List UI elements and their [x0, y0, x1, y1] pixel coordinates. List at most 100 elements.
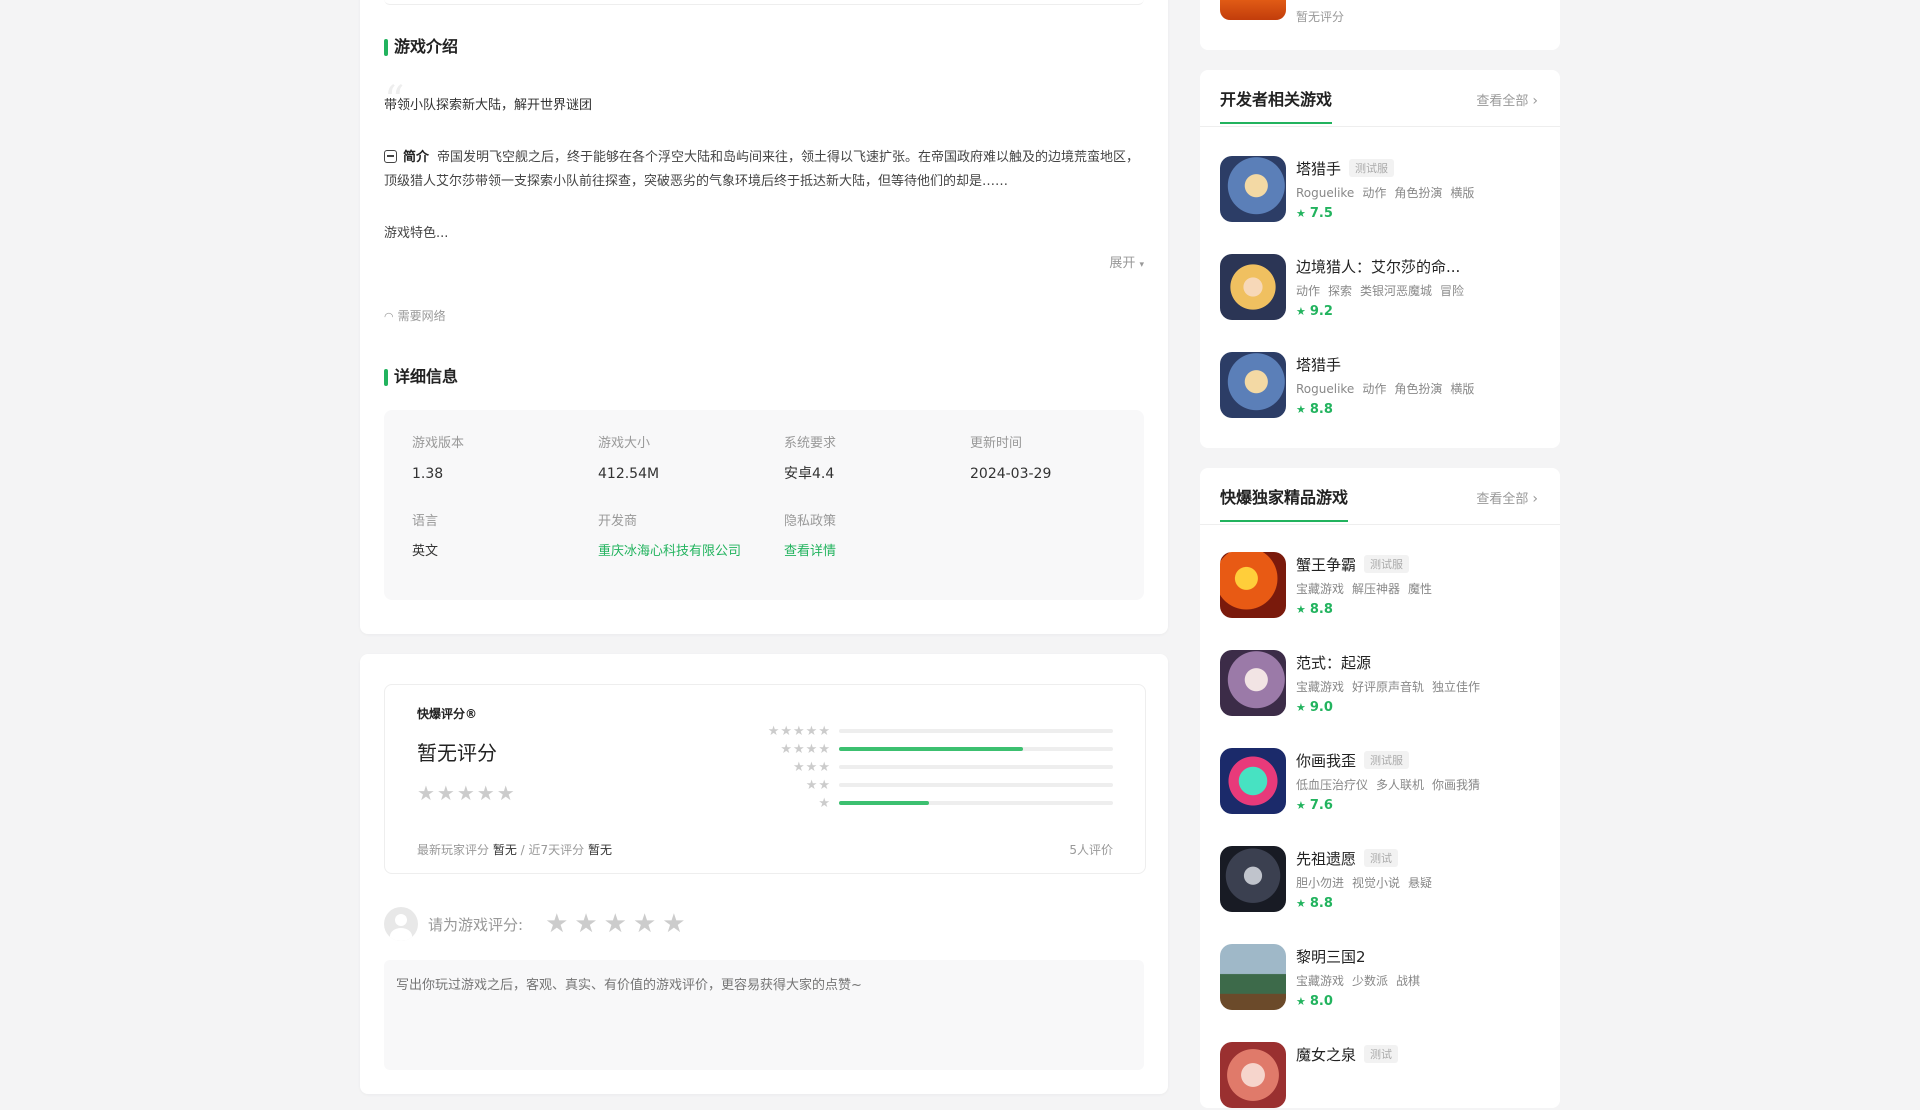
game-icon[interactable] [1220, 650, 1286, 716]
game-icon[interactable] [1220, 1042, 1286, 1108]
privacy-link[interactable]: 查看详情 [784, 541, 934, 563]
rating-distribution-row: ★★★★★ [741, 724, 1113, 739]
detail-updated: 更新时间 2024-03-29 [970, 432, 1120, 485]
game-tag: 宝藏游戏 [1296, 582, 1345, 596]
game-score: ★ 9.2 [1296, 304, 1333, 319]
game-tag: 解压神器 [1352, 582, 1401, 596]
game-tag: 魔性 [1408, 582, 1433, 596]
exclusive-games-card: 快爆独家精品游戏 查看全部 › 蟹王争霸 测试服 宝藏游戏 解压神器 魔性 ★ 8.8 范式：起… [1200, 468, 1560, 1108]
detail-version: 游戏版本 1.38 [412, 432, 562, 485]
detail-system: 系统要求 安卓4.4 [784, 432, 934, 485]
developer-link[interactable]: 重庆冰海心科技有限公司 [598, 541, 748, 563]
game-list-item[interactable]: 你画我歪 测试服 低血压治疗仪 多人联机 你画我猜 ★ 7.6 [1220, 748, 1550, 816]
game-list-item[interactable]: 塔猎手 测试服 Roguelike 动作 角色扮演 横版 ★ 7.5 [1220, 156, 1550, 224]
details-box: 游戏版本 1.38 游戏大小 412.54M 系统要求 安卓4.4 更新时间 2… [384, 410, 1144, 600]
game-info-card: 游戏介绍 “ 带领小队探索新大陆，解开世界谜团 简介 帝国发明飞空舰之后，终于能够… [360, 0, 1168, 634]
game-tag: 动作 [1362, 186, 1387, 200]
game-list-item[interactable]: 范式：起源 宝藏游戏 好评原声音轨 独立佳作 ★ 9.0 [1220, 650, 1550, 718]
exclusive-view-all-button[interactable]: 查看全部 › [1476, 488, 1538, 507]
view-all-label: 查看全部 [1476, 492, 1529, 507]
game-list-item[interactable]: 塔猎手 Roguelike 动作 角色扮演 横版 ★ 8.8 [1220, 352, 1550, 420]
star-icon: ★★ [805, 777, 831, 793]
recent-value: 暂无 [588, 843, 613, 857]
game-tags: 宝藏游戏 好评原声音轨 独立佳作 [1296, 678, 1488, 695]
game-list-item[interactable]: 边境猎人：艾尔莎的命... 动作 探索 类银河恶魔城 冒险 ★ 9.2 [1220, 254, 1550, 322]
latest-value: 暂无 [492, 843, 517, 857]
note-icon [384, 150, 397, 163]
detail-language: 语言 英文 [412, 510, 562, 563]
game-name: 黎明三国2 [1296, 948, 1366, 966]
test-badge: 测试服 [1364, 555, 1410, 573]
star-icon: ★ [1296, 897, 1306, 910]
game-tag: 视觉小说 [1352, 876, 1401, 890]
detail-value: 英文 [412, 544, 439, 559]
detail-label: 游戏版本 [412, 436, 465, 451]
game-tag: 低血压治疗仪 [1296, 778, 1369, 792]
intro-features: 游戏特色... [384, 226, 449, 241]
intro-title: 游戏介绍 [384, 38, 458, 56]
developer-games-header: 开发者相关游戏 查看全部 › [1200, 70, 1560, 127]
test-badge: 测试 [1364, 1045, 1399, 1063]
my-rating-label: 请为游戏评分: [428, 915, 524, 934]
game-icon[interactable] [1220, 846, 1286, 912]
comment-input[interactable] [394, 960, 1138, 1086]
game-tags: 宝藏游戏 少数派 战棋 [1296, 972, 1428, 989]
rating-score: 暂无评分 [417, 741, 497, 765]
game-name: 你画我歪 测试服 [1296, 750, 1410, 771]
developer-games-card: 开发者相关游戏 查看全部 › 塔猎手 测试服 Roguelike 动作 角色扮演 横版 ★ 7.… [1200, 70, 1560, 448]
game-icon[interactable] [1220, 352, 1286, 418]
game-name: 魔女之泉 测试 [1296, 1044, 1399, 1065]
game-icon[interactable] [1220, 552, 1286, 618]
distribution-fill [839, 801, 930, 805]
detail-size: 游戏大小 412.54M [598, 432, 748, 485]
rating-distribution-row: ★★★★ [741, 742, 1113, 757]
developer-view-all-button[interactable]: 查看全部 › [1476, 90, 1538, 109]
game-icon[interactable] [1220, 156, 1286, 222]
developer-games-title: 开发者相关游戏 [1220, 86, 1333, 124]
exclusive-games-header: 快爆独家精品游戏 查看全部 › [1200, 468, 1560, 525]
previous-game-rating: 暂无评分 [1296, 10, 1345, 24]
my-rating: 请为游戏评分: ★★★★★ [384, 906, 692, 942]
game-tag: 动作 [1296, 284, 1321, 298]
game-tag: Roguelike [1296, 186, 1355, 200]
rate-stars-input[interactable]: ★★★★★ [545, 909, 692, 939]
game-tag: 角色扮演 [1394, 186, 1443, 200]
game-list-item[interactable]: 蟹王争霸 测试服 宝藏游戏 解压神器 魔性 ★ 8.8 [1220, 552, 1550, 620]
game-tag: 好评原声音轨 [1352, 680, 1425, 694]
game-tags: Roguelike 动作 角色扮演 横版 [1296, 184, 1482, 201]
game-tags: Roguelike 动作 角色扮演 横版 [1296, 380, 1482, 397]
detail-label: 开发商 [598, 514, 638, 529]
detail-label: 系统要求 [784, 436, 837, 451]
game-tag: 角色扮演 [1394, 382, 1443, 396]
game-tag: 宝藏游戏 [1296, 974, 1345, 988]
star-icon: ★ [1296, 799, 1306, 812]
expand-button[interactable]: 展开 ▾ [1109, 252, 1144, 271]
wifi-icon: ◠ [384, 310, 394, 323]
rating-stars-icon: ★★★★★ [417, 781, 517, 805]
game-thumbnail[interactable] [1220, 0, 1286, 20]
game-tag: Roguelike [1296, 382, 1355, 396]
rating-footer: 最新玩家评分 暂无 / 近7天评分 暂无 [417, 843, 613, 857]
game-icon[interactable] [1220, 748, 1286, 814]
game-list-item[interactable]: 黎明三国2 宝藏游戏 少数派 战棋 ★ 8.0 [1220, 944, 1550, 1012]
star-icon: ★ [818, 795, 831, 811]
game-icon[interactable] [1220, 944, 1286, 1010]
comment-box [384, 960, 1144, 1086]
game-tag: 你画我猜 [1432, 778, 1481, 792]
game-list-item[interactable]: 魔女之泉 测试 [1220, 1042, 1550, 1110]
game-score: ★ 8.8 [1296, 896, 1333, 911]
game-score: ★ 7.6 [1296, 798, 1333, 813]
distribution-track [839, 783, 1113, 787]
game-score: ★ 8.8 [1296, 602, 1333, 617]
game-list-item[interactable]: 先祖遗愿 测试 胆小勿进 视觉小说 悬疑 ★ 8.8 [1220, 846, 1550, 914]
chevron-right-icon: › [1532, 93, 1538, 109]
game-tag: 胆小勿进 [1296, 876, 1345, 890]
rating-distribution-row: ★ [741, 795, 1113, 811]
previous-game-card: 暂无评分 [1200, 0, 1560, 50]
distribution-fill [839, 747, 1023, 751]
detail-label: 语言 [412, 514, 439, 529]
detail-value: 1.38 [412, 466, 444, 482]
game-tag: 战棋 [1396, 974, 1421, 988]
game-icon[interactable] [1220, 254, 1286, 320]
rating-brand: 快爆评分® [417, 707, 478, 721]
